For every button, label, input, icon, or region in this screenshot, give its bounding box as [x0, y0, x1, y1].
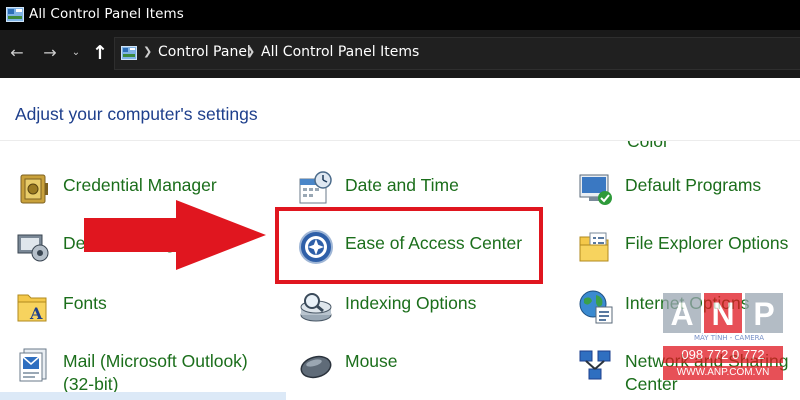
- watermark-website: WWW.ANP.COM.VN: [663, 366, 783, 380]
- mail-icon: [19, 348, 47, 382]
- default-programs-icon: [579, 174, 612, 205]
- breadcrumb-control-panel[interactable]: Control Panel: [158, 44, 251, 60]
- date-time-icon: [299, 171, 332, 204]
- breadcrumb-all-items[interactable]: All Control Panel Items: [261, 44, 419, 60]
- item-label: Mail (Microsoft Outlook): [63, 351, 248, 371]
- page-title: Adjust your computer's settings: [15, 104, 258, 124]
- forward-arrow-icon[interactable]: →: [38, 41, 62, 65]
- control-panel-icon: [6, 7, 24, 22]
- back-arrow-icon[interactable]: ←: [5, 41, 29, 65]
- clipped-list-item[interactable]: Color Management: [627, 141, 727, 153]
- credential-manager-icon: [20, 174, 48, 204]
- item-label: Date and Time: [345, 175, 459, 195]
- breadcrumb-separator-icon: ❯: [143, 45, 153, 58]
- item-label: Mouse: [345, 351, 398, 371]
- annotation-highlight-box: [275, 207, 543, 284]
- up-arrow-icon[interactable]: ↑: [88, 41, 112, 65]
- item-label: Indexing Options: [345, 293, 477, 313]
- item-label: Fonts: [63, 293, 107, 313]
- control-panel-icon: [121, 46, 137, 60]
- item-label: File Explorer Options: [625, 233, 789, 253]
- item-label: Default Programs: [625, 175, 762, 195]
- recent-locations-chevron-icon[interactable]: ⌄: [64, 41, 88, 65]
- title-bar: All Control Panel Items: [0, 0, 800, 30]
- navigation-bar: ← → ⌄ ↑ ❯ Control Panel ❯ All Control Pa…: [0, 30, 800, 78]
- watermark-tagline: MÁY TÍNH - CAMERA: [693, 334, 765, 342]
- svg-text:A: A: [670, 296, 693, 332]
- breadcrumb-separator-icon: ❯: [246, 45, 256, 58]
- annotation-arrow-icon: [84, 200, 266, 270]
- address-bar[interactable]: ❯ Control Panel ❯ All Control Panel Item…: [114, 37, 800, 70]
- internet-options-icon: [579, 290, 613, 324]
- svg-text:A: A: [29, 304, 43, 323]
- svg-text:N: N: [711, 296, 734, 332]
- mouse-icon: [300, 355, 332, 379]
- fonts-icon: A: [17, 294, 47, 323]
- svg-text:P: P: [753, 296, 774, 332]
- network-sharing-icon: [579, 350, 611, 380]
- watermark: A N P MÁY TÍNH - CAMERA 098 772 0 772 WW…: [663, 293, 783, 393]
- watermark-phone: 098 772 0 772: [663, 346, 783, 363]
- hover-highlight: [0, 392, 286, 400]
- window-title: All Control Panel Items: [29, 6, 184, 22]
- file-explorer-options-icon: [579, 232, 609, 262]
- indexing-options-icon: [300, 293, 332, 322]
- device-manager-icon: [17, 234, 49, 262]
- anp-logo: A N P: [663, 293, 783, 333]
- item-label: Credential Manager: [63, 175, 217, 195]
